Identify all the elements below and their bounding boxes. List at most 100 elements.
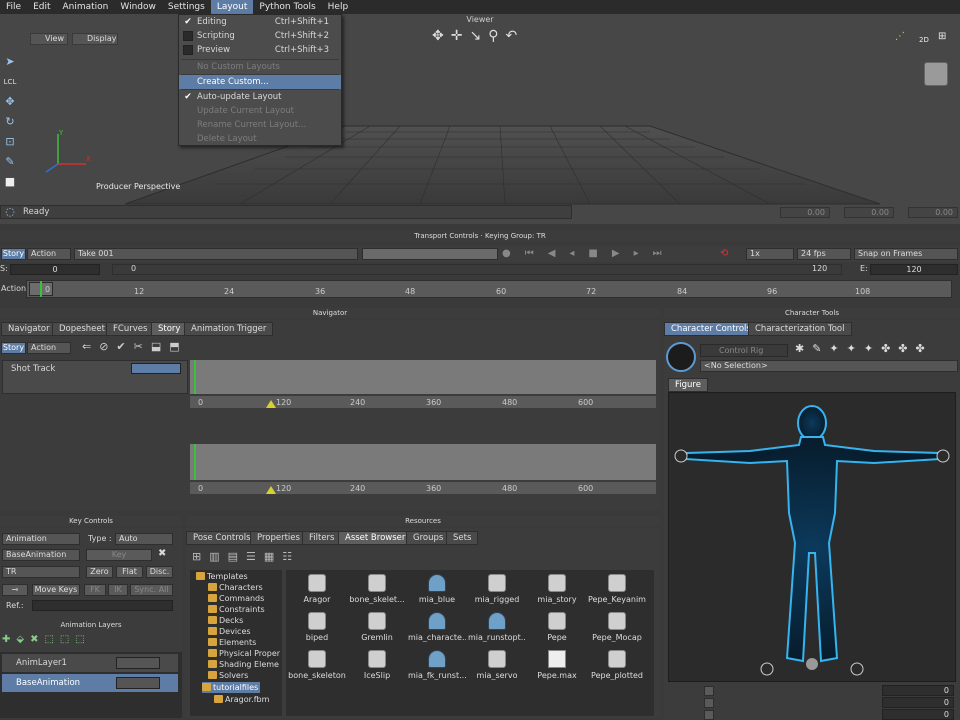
tree-item[interactable]: Physical Proper: [208, 648, 280, 659]
viewer-nav-tools[interactable]: ✥✛↘⚲↶: [432, 28, 544, 46]
property-field[interactable]: 0: [882, 685, 954, 696]
menu-help[interactable]: Help: [322, 0, 355, 14]
disc-button[interactable]: Disc.: [146, 566, 173, 578]
tree-item[interactable]: Solvers: [208, 670, 248, 681]
asset-item[interactable]: biped: [288, 610, 346, 648]
end-field[interactable]: 120: [870, 264, 958, 275]
flat-button[interactable]: Flat: [116, 566, 143, 578]
key-icon[interactable]: [704, 710, 714, 720]
asset-item[interactable]: Pepe_Keyanim: [588, 572, 646, 610]
key-icon[interactable]: [704, 686, 714, 696]
tab-navigator[interactable]: Navigator: [1, 322, 57, 336]
asset-item[interactable]: mia_servo: [468, 648, 526, 686]
fk-button[interactable]: FK: [84, 584, 106, 596]
story-ruler-bottom[interactable]: 0 120 240 360 480 600: [190, 482, 656, 494]
animation-dropdown[interactable]: Animation: [2, 533, 80, 545]
story-track-lane-2[interactable]: [190, 444, 656, 480]
story-action-dropdown[interactable]: Action: [27, 342, 71, 354]
tree-item[interactable]: Aragor.fbm: [214, 694, 269, 705]
asset-tree[interactable]: Templates Characters Commands Constraint…: [190, 570, 282, 716]
property-field[interactable]: 0: [882, 709, 954, 720]
action-dropdown[interactable]: Action: [27, 248, 71, 260]
tab-dopesheet[interactable]: Dopesheet: [52, 322, 112, 336]
tree-item[interactable]: Constraints: [208, 604, 265, 615]
cube-icon[interactable]: ■: [2, 174, 18, 190]
figure-view[interactable]: [668, 392, 956, 682]
asset-item[interactable]: bone_skeleton: [288, 648, 346, 686]
menu-animation[interactable]: Animation: [57, 0, 115, 14]
2d-button[interactable]: 2D: [919, 36, 929, 44]
menu-settings[interactable]: Settings: [162, 0, 211, 14]
menu-window[interactable]: Window: [114, 0, 162, 14]
shot-track-header[interactable]: Shot Track: [2, 360, 188, 394]
tree-item[interactable]: Decks: [208, 615, 243, 626]
select-tool-icon[interactable]: ➤: [2, 54, 18, 70]
shot-track-lane[interactable]: [190, 360, 656, 394]
asset-item[interactable]: mia_blue: [408, 572, 466, 610]
asset-item[interactable]: Gremlin: [348, 610, 406, 648]
view-cube[interactable]: [924, 62, 948, 86]
property-field[interactable]: 0: [882, 697, 954, 708]
layer-toggles[interactable]: [116, 677, 160, 689]
story-mode-button[interactable]: Story: [1, 248, 26, 260]
layer-row[interactable]: BaseAnimation: [2, 674, 178, 692]
loop-icon[interactable]: ⟲: [720, 248, 740, 260]
time-slider[interactable]: [112, 264, 842, 275]
type-dropdown[interactable]: Auto: [115, 533, 173, 545]
story-ruler-top[interactable]: 0 120 240 360 480 600: [190, 396, 656, 408]
layout-slider[interactable]: [362, 248, 498, 260]
rotate-tool-icon[interactable]: ↻: [2, 114, 18, 130]
asset-item[interactable]: Aragor: [288, 572, 346, 610]
asset-item[interactable]: mia_fk_runst...: [408, 648, 466, 686]
coord-z[interactable]: 0.00: [908, 207, 958, 218]
track-toggles[interactable]: [131, 363, 181, 374]
tab-groups[interactable]: Groups: [406, 531, 451, 545]
tab-properties[interactable]: Properties: [250, 531, 307, 545]
layer-toggles[interactable]: [116, 657, 160, 669]
ref-field[interactable]: [32, 600, 173, 611]
tr-dropdown[interactable]: TR: [2, 566, 80, 578]
key-toggle-icon[interactable]: ⊸: [2, 584, 28, 596]
tab-pose-controls[interactable]: Pose Controls: [186, 531, 258, 545]
tree-item[interactable]: Commands: [208, 593, 264, 604]
character-toolbar[interactable]: ✱✎✦✦✦✤✤✤: [795, 342, 957, 358]
sync-all-button[interactable]: Sync. All: [130, 584, 173, 596]
tab-story[interactable]: Story: [151, 322, 188, 336]
selection-dropdown[interactable]: <No Selection>: [700, 360, 958, 372]
snap-dropdown[interactable]: Snap on Frames: [854, 248, 958, 260]
tab-asset-browser[interactable]: Asset Browser: [338, 531, 413, 545]
coord-y[interactable]: 0.00: [844, 207, 894, 218]
key-button[interactable]: Key: [86, 549, 152, 561]
delete-key-icon[interactable]: ✖: [158, 548, 166, 559]
tree-item[interactable]: Devices: [208, 626, 251, 637]
3d-icon[interactable]: ⊞: [938, 31, 946, 42]
tab-filters[interactable]: Filters: [302, 531, 342, 545]
asset-item[interactable]: mia_characte...: [408, 610, 466, 648]
asset-view-toolbar[interactable]: ⊞▥▤☰▦☷: [192, 550, 332, 566]
menu-item-preview[interactable]: Preview Ctrl+Shift+3: [179, 43, 341, 57]
asset-item[interactable]: bone_skelet...: [348, 572, 406, 610]
asset-item[interactable]: mia_story: [528, 572, 586, 610]
tree-item[interactable]: Characters: [208, 582, 263, 593]
asset-item[interactable]: mia_rigged: [468, 572, 526, 610]
tab-sets[interactable]: Sets: [446, 531, 479, 545]
translate-tool-icon[interactable]: ✥: [2, 94, 18, 110]
layer-row[interactable]: AnimLayer1: [2, 654, 178, 672]
layer-toolbar[interactable]: ✚⬙✖⬚⬚⬚: [2, 634, 122, 650]
tree-item-selected[interactable]: tutorialfiles: [202, 682, 261, 693]
tree-item[interactable]: Shading Eleme: [208, 659, 279, 670]
asset-item[interactable]: Pepe: [528, 610, 586, 648]
tab-animation-trigger[interactable]: Animation Trigger: [184, 322, 274, 336]
path-icon[interactable]: ⋰: [895, 31, 905, 42]
ik-button[interactable]: IK: [108, 584, 128, 596]
tab-character-controls[interactable]: Character Controls: [664, 322, 758, 336]
menu-item-scripting[interactable]: Scripting Ctrl+Shift+2: [179, 29, 341, 43]
asset-item[interactable]: Pepe_Mocap: [588, 610, 646, 648]
key-icon[interactable]: [704, 698, 714, 708]
move-keys-button[interactable]: Move Keys: [32, 584, 80, 596]
menu-file[interactable]: File: [0, 0, 27, 14]
tree-item[interactable]: Elements: [208, 637, 256, 648]
scale-tool-icon[interactable]: ⊡: [2, 134, 18, 150]
character-figure[interactable]: [669, 393, 955, 681]
lcl-toggle[interactable]: LCL: [2, 74, 18, 90]
